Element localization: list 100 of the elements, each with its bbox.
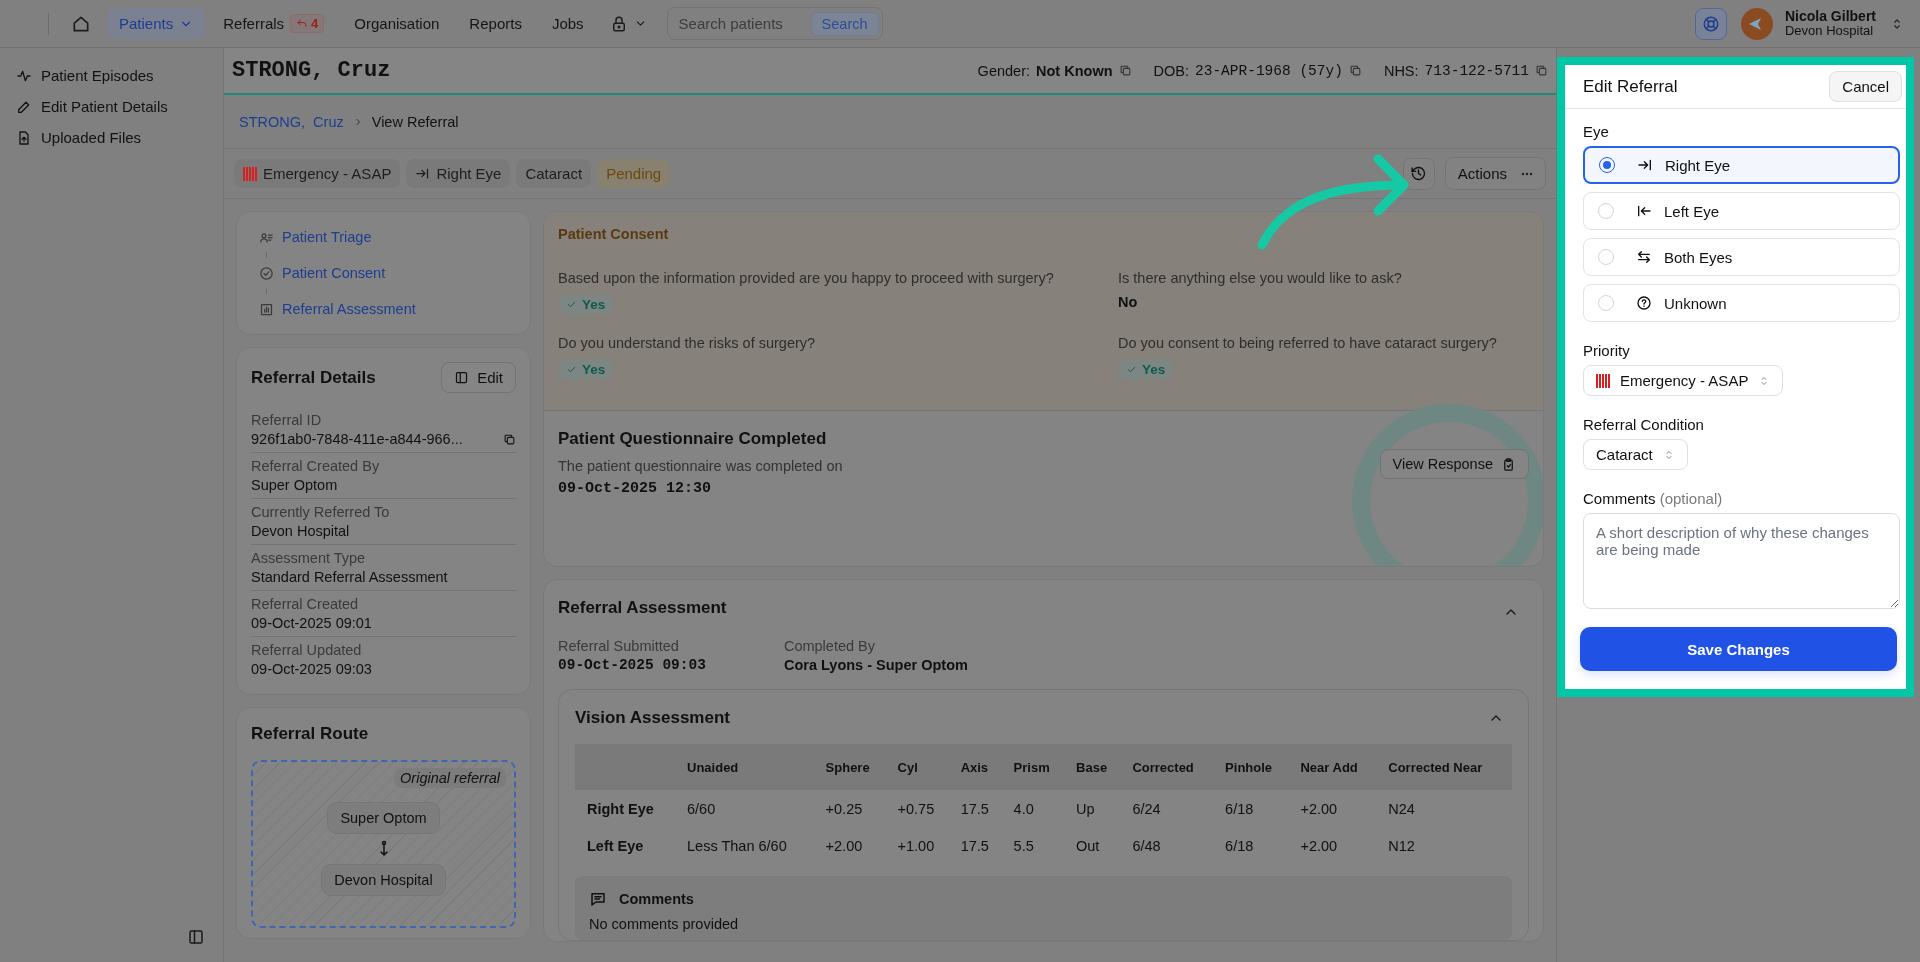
- copy-button[interactable]: [1118, 64, 1132, 77]
- eye-option[interactable]: Both Eyes: [1583, 238, 1900, 276]
- consent-question: Is there anything else you would like to ask?: [1118, 270, 1403, 286]
- comments-text: No comments provided: [589, 916, 740, 932]
- save-changes-button[interactable]: Save Changes: [1580, 627, 1897, 671]
- nav-tab[interactable]: Organisation: [342, 8, 452, 39]
- column-header: Axis: [952, 744, 1006, 790]
- table-cell-text: 6/48: [1131, 836, 1162, 856]
- table-cell: 17.5: [952, 790, 1006, 827]
- condition-select[interactable]: Cataract: [1583, 439, 1688, 470]
- answer-text: No: [1118, 294, 1139, 310]
- arrow-to-right-icon: [415, 166, 431, 181]
- info-label: DOB:: [1153, 62, 1189, 79]
- eye-option[interactable]: Left Eye: [1583, 192, 1900, 230]
- copy-button[interactable]: [1535, 64, 1548, 77]
- panel-icon: [454, 370, 470, 385]
- nav-tab[interactable]: Jobs: [539, 8, 596, 39]
- check-icon: [1126, 364, 1137, 375]
- nav-tab[interactable]: Reports: [457, 8, 534, 39]
- message-icon: [589, 890, 607, 908]
- history-button[interactable]: [1402, 157, 1435, 190]
- field-label: Completed By: [783, 638, 876, 654]
- comments-field[interactable]: A short description of why these changes are being made: [1583, 513, 1900, 609]
- column-header: Near Add: [1292, 744, 1381, 790]
- info-label: Gender:: [977, 62, 1030, 79]
- table-cell: N24: [1380, 790, 1512, 827]
- tag-label: Right Eye: [436, 165, 502, 182]
- status-tag: Pending: [597, 159, 671, 188]
- priority-select[interactable]: Emergency - ASAP: [1583, 365, 1784, 396]
- check-icon: [566, 299, 577, 310]
- consent-question: Do you consent to being referred to have cataract surgery?: [1118, 335, 1498, 351]
- copy-icon: [503, 432, 516, 446]
- field-value: Super Optom: [251, 477, 338, 493]
- copy-button[interactable]: [503, 432, 516, 446]
- eye-option[interactable]: Unknown: [1583, 284, 1900, 322]
- questionnaire-text: The patient questionnaire was completed on: [558, 458, 843, 474]
- info-value: 23-APR-1968 (57y): [1195, 62, 1343, 79]
- card-title: Vision Assessment: [575, 708, 730, 728]
- table-cell: 6/24: [1124, 790, 1218, 827]
- table-cell: 6/60: [679, 790, 818, 827]
- step-link[interactable]: Patient Consent: [259, 258, 508, 288]
- route-tag: Original referral: [394, 768, 506, 788]
- field-value: 09-Oct-2025 09:03: [558, 657, 706, 673]
- consent-question: Do you understand the risks of surgery?: [558, 335, 817, 351]
- nav-tab[interactable]: Referrals 4: [211, 7, 337, 40]
- step-link[interactable]: Patient Triage: [259, 222, 508, 252]
- question-circle-icon: [1636, 295, 1652, 311]
- field-label: Assessment Type: [251, 550, 367, 566]
- breadcrumb-link[interactable]: STRONG, Cruz: [239, 113, 344, 130]
- avatar-icon: [1740, 7, 1773, 40]
- column-header: Sphere: [817, 744, 890, 790]
- column-header: Corrected: [1124, 744, 1218, 790]
- arrow-to-right-icon: [1637, 157, 1653, 173]
- priority-bars-icon: [243, 165, 257, 182]
- lifebuoy-icon: [1701, 14, 1720, 33]
- sidebar-toggle-icon: [187, 928, 205, 946]
- reply-arrow-icon: [296, 17, 309, 30]
- check-icon: [566, 364, 577, 375]
- field-value: Devon Hospital: [251, 523, 350, 539]
- user-name: Nicola Gilbert: [1784, 8, 1876, 25]
- field-value: 926f1ab0-7848-411e-a844-966...: [251, 431, 463, 447]
- step-link[interactable]: Referral Assessment: [259, 294, 508, 324]
- row-header: Left Eye: [586, 836, 645, 856]
- more-icon: [1521, 171, 1533, 176]
- copy-button[interactable]: [1348, 64, 1362, 77]
- copy-icon: [1118, 64, 1132, 77]
- help-button[interactable]: [1694, 7, 1727, 40]
- answer-text: Yes: [582, 297, 606, 312]
- nav-tab[interactable]: Patients: [107, 8, 206, 39]
- field-label: Referral Condition: [1583, 416, 1705, 433]
- field-label: Comments (optional): [1583, 490, 1724, 507]
- questionnaire-date: 09-Oct-2025 12:30: [558, 480, 712, 497]
- consent-question: Based upon the information provided are you happy to proceed with surgery?: [558, 270, 1055, 286]
- field-label: Referral Submitted: [558, 638, 680, 654]
- check-circle-icon: [259, 265, 274, 281]
- answer-text: Yes: [1142, 362, 1166, 377]
- field-value: 09-Oct-2025 09:01: [251, 615, 372, 631]
- sidebar-item[interactable]: Edit Patient Details: [16, 91, 207, 122]
- route-node: Super Optom: [327, 802, 440, 834]
- table-cell-text: 17.5: [959, 836, 990, 856]
- breadcrumb-current: View Referral: [371, 113, 459, 130]
- table-cell-text: +1.00: [896, 836, 936, 856]
- comments-title: Comments: [619, 891, 694, 907]
- column-header: Cyl: [889, 744, 953, 790]
- history-icon: [1410, 165, 1428, 182]
- cancel-button[interactable]: Cancel: [1829, 71, 1902, 102]
- field-label: Currently Referred To: [251, 504, 391, 520]
- patient-name: STRONG, Cruz: [232, 58, 391, 83]
- table-cell-text: +2.00: [824, 836, 864, 856]
- view-response-button[interactable]: View Response: [1379, 449, 1529, 479]
- eye-option[interactable]: Right Eye: [1583, 146, 1900, 184]
- column-header: Base: [1068, 744, 1125, 790]
- info-value: 713-122-5711: [1424, 62, 1529, 79]
- table-cell-text: +2.00: [1299, 836, 1339, 856]
- table-cell-text: Less Than 6/60: [686, 836, 788, 856]
- actions-button[interactable]: Actions: [1444, 157, 1546, 190]
- sidebar-item[interactable]: Uploaded Files: [16, 122, 207, 153]
- sidebar-item[interactable]: Patient Episodes: [16, 60, 207, 91]
- edit-button[interactable]: Edit: [441, 362, 516, 393]
- info-label: NHS:: [1383, 62, 1419, 79]
